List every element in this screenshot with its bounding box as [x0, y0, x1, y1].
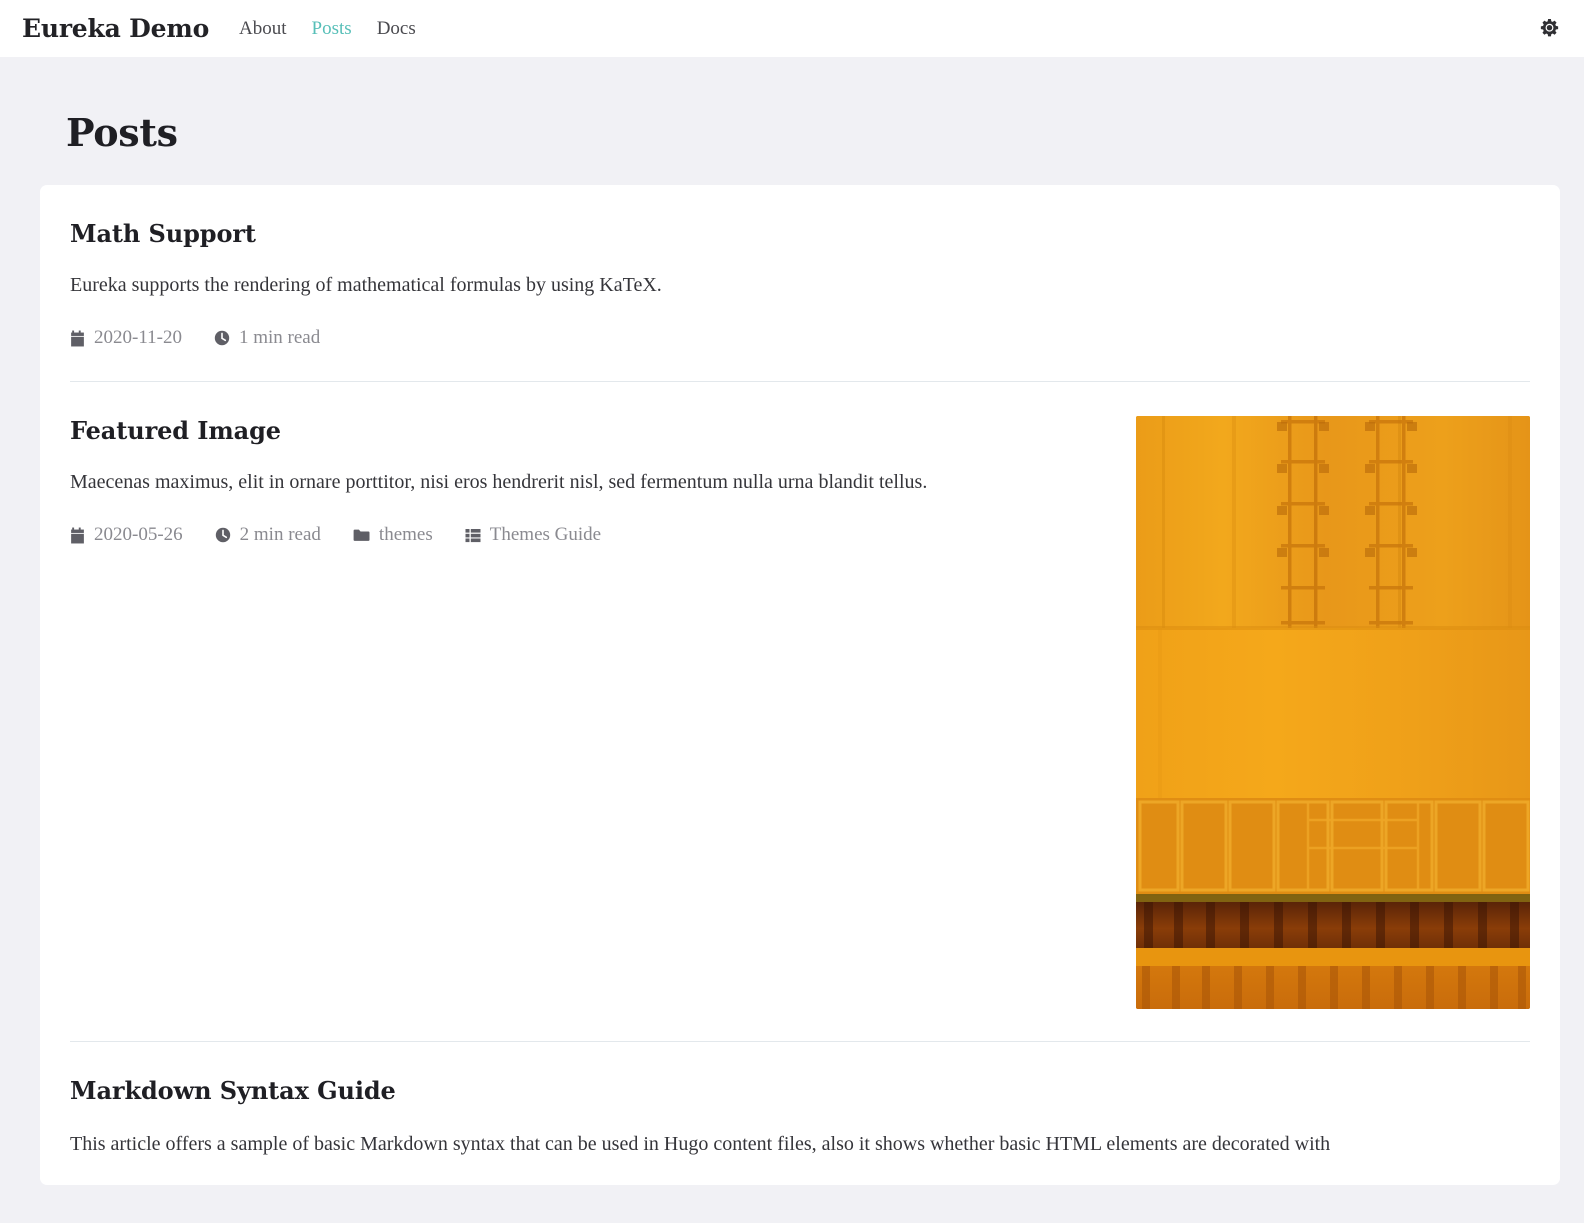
- post-content: Markdown Syntax Guide This article offer…: [70, 1076, 1530, 1160]
- list-icon: [465, 528, 481, 543]
- clock-icon: [215, 527, 231, 543]
- post-meta: 2020-05-26 2 min read themes Themes Guid…: [70, 524, 1100, 546]
- nav-item-posts[interactable]: Posts: [312, 18, 352, 40]
- post-date: 2020-11-20: [70, 327, 182, 349]
- post-readtime-label: 2 min read: [239, 524, 321, 545]
- post-date: 2020-05-26: [70, 524, 183, 546]
- post-date-label: 2020-11-20: [94, 327, 182, 348]
- post-category-label: themes: [378, 524, 433, 545]
- nav-item-about[interactable]: About: [239, 18, 287, 40]
- site-header: Eureka Demo About Posts Docs: [0, 0, 1584, 57]
- post-series-label: Themes Guide: [489, 524, 602, 545]
- featured-image-art: [1136, 416, 1530, 1009]
- sun-gear-icon: [1539, 18, 1560, 39]
- clock-icon: [214, 330, 230, 346]
- post-meta: 2020-11-20 1 min read: [70, 327, 1530, 349]
- post-title[interactable]: Math Support: [70, 219, 1530, 248]
- post-featured-image[interactable]: [1136, 416, 1530, 1009]
- posts-list-card: Math Support Eureka supports the renderi…: [40, 185, 1560, 1185]
- calendar-icon: [70, 527, 85, 544]
- theme-toggle-button[interactable]: [1536, 16, 1562, 42]
- post-title-link[interactable]: Math Support: [70, 219, 256, 248]
- post-content: Math Support Eureka supports the renderi…: [70, 219, 1530, 349]
- post-title-link[interactable]: Featured Image: [70, 416, 281, 445]
- post-item[interactable]: Featured Image Maecenas maximus, elit in…: [70, 381, 1530, 1041]
- post-item[interactable]: Markdown Syntax Guide This article offer…: [70, 1041, 1530, 1160]
- post-series[interactable]: Themes Guide: [465, 524, 601, 546]
- page-title: Posts: [66, 110, 178, 155]
- main-nav: About Posts Docs: [239, 18, 416, 40]
- post-content: Featured Image Maecenas maximus, elit in…: [70, 416, 1100, 546]
- post-title-link[interactable]: Markdown Syntax Guide: [70, 1076, 396, 1105]
- header-actions: [1536, 16, 1562, 42]
- post-readtime-label: 1 min read: [238, 327, 321, 348]
- folder-icon: [353, 528, 370, 543]
- post-readtime: 1 min read: [214, 327, 320, 349]
- post-summary: Eureka supports the rendering of mathema…: [70, 274, 662, 296]
- post-summary: This article offers a sample of basic Ma…: [70, 1133, 1331, 1155]
- page-main: Posts Math Support Eureka supports the r…: [0, 110, 1584, 1185]
- site-brand[interactable]: Eureka Demo: [22, 14, 209, 43]
- post-category[interactable]: themes: [353, 524, 433, 546]
- post-title[interactable]: Featured Image: [70, 416, 1100, 445]
- post-date-label: 2020-05-26: [94, 524, 183, 545]
- post-readtime: 2 min read: [215, 524, 321, 546]
- calendar-icon: [70, 330, 85, 347]
- nav-item-docs[interactable]: Docs: [377, 18, 416, 40]
- post-title[interactable]: Markdown Syntax Guide: [70, 1076, 1530, 1105]
- post-summary: Maecenas maximus, elit in ornare porttit…: [70, 471, 928, 493]
- post-item[interactable]: Math Support Eureka supports the renderi…: [70, 185, 1530, 381]
